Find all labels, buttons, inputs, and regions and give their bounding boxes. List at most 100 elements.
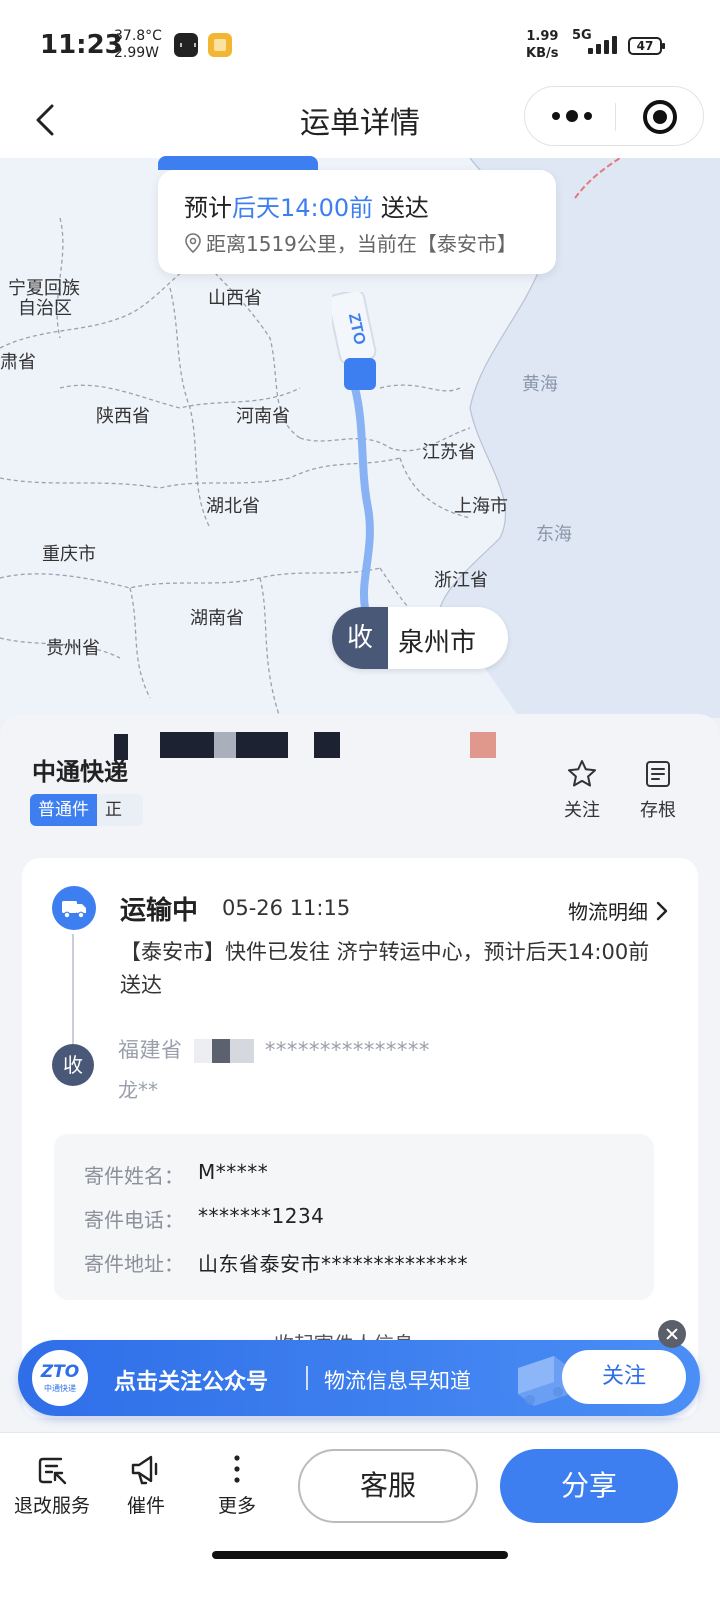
status-temperature: 37.8°C xyxy=(114,28,162,44)
map-label-shanxi: 山西省 xyxy=(208,288,262,309)
status-net-speed: 1.99 KB/s xyxy=(526,28,558,62)
net-speed-value: 1.99 xyxy=(526,29,559,44)
chevron-right-icon xyxy=(656,901,668,920)
tracking-card: 运输中 05-26 11:15 物流明细 【泰安市】快件已发往 济宁转运中心，预… xyxy=(22,858,698,1418)
signal-icon xyxy=(588,36,617,54)
status-time: 11:23 xyxy=(40,30,123,60)
star-icon xyxy=(568,760,596,787)
receiver-badge: 收 xyxy=(52,1044,94,1086)
receiver-address-mask-block xyxy=(193,1039,254,1063)
eta-suffix: 送达 xyxy=(380,194,429,222)
truck-location-icon[interactable]: ZTO xyxy=(332,292,378,396)
follow-button[interactable]: 关注 xyxy=(556,758,608,822)
document-icon xyxy=(646,761,670,787)
recorder-app-icon xyxy=(174,33,198,57)
stub-button[interactable]: 存根 xyxy=(632,758,684,822)
eta-highlight: 后天14:00前 xyxy=(232,194,374,222)
sender-name-value: M***** xyxy=(198,1160,269,1184)
receiver-city-marker[interactable]: 收 泉州市 xyxy=(332,607,508,669)
map-label-henan: 河南省 xyxy=(236,406,290,427)
banner-subtitle: 物流信息早知道 xyxy=(324,1369,471,1393)
zto-logo-subtext: 中通快递 xyxy=(44,1384,76,1393)
map-label-hubei: 湖北省 xyxy=(206,496,260,517)
eta-card: 预计后天14:00前 送达 距离1519公里，当前在【泰安市】 xyxy=(158,156,556,274)
refund-service-label: 退改服务 xyxy=(13,1495,90,1517)
receiver-address-mask: *************** xyxy=(264,1038,430,1062)
zto-logo: ZTO 中通快递 xyxy=(32,1350,88,1406)
map-label-shaanxi: 陕西省 xyxy=(96,406,150,427)
waybill-number-mask xyxy=(214,732,236,758)
home-indicator[interactable] xyxy=(212,1551,508,1559)
map-label-guizhou: 贵州省 xyxy=(46,638,100,659)
distance-text: 距离1519公里，当前在【泰安市】 xyxy=(206,232,517,256)
status-bar: 11:23 37.8°C 2.99W 1.99 KB/s 5G 47 xyxy=(0,0,720,84)
logistics-detail-link[interactable]: 物流明细 xyxy=(568,896,668,925)
follow-official-account-banner[interactable]: ZTO 中通快递 点击关注公众号 物流信息早知道 关注 xyxy=(18,1340,700,1416)
receiver-city: 泉州市 xyxy=(398,628,477,658)
waybill-number-mask xyxy=(314,732,340,758)
receiver-address: 福建省 *************** xyxy=(118,1034,430,1064)
sender-info-box: 寄件姓名： M***** 寄件电话： *******1234 寄件地址： 山东省… xyxy=(54,1134,654,1300)
banner-divider xyxy=(306,1366,308,1390)
megaphone-icon xyxy=(131,1455,158,1485)
sender-phone-label: 寄件电话： xyxy=(84,1208,184,1232)
follow-label: 关注 xyxy=(564,800,600,821)
eta-text: 预计后天14:00前 送达 xyxy=(184,188,429,223)
net-speed-unit: KB/s xyxy=(526,46,559,61)
waybill-number-mask xyxy=(114,734,128,760)
customer-service-button[interactable]: 客服 xyxy=(298,1449,478,1523)
tracking-time: 05-26 11:15 xyxy=(222,896,351,920)
banner-follow-button[interactable]: 关注 xyxy=(562,1350,686,1404)
map-label-hunan: 湖南省 xyxy=(190,608,244,629)
tracking-status: 运输中 xyxy=(120,896,199,926)
close-miniprogram-icon[interactable] xyxy=(643,100,677,134)
sender-phone-row: 寄件电话： *******1234 xyxy=(84,1204,324,1233)
receiver-name: 龙** xyxy=(118,1078,158,1102)
receiver-marker-badge: 收 xyxy=(332,607,388,669)
sender-address-row: 寄件地址： 山东省泰安市************** xyxy=(84,1248,468,1277)
parcel-tag-extra: 正 xyxy=(97,794,143,826)
urge-button[interactable]: 催件 xyxy=(118,1453,174,1518)
map-label-gansu: 肃省 xyxy=(0,352,36,373)
refund-service-button[interactable]: 退改服务 xyxy=(10,1453,94,1518)
truck-status-icon xyxy=(52,886,96,930)
bottom-action-bar: 退改服务 催件 更多 客服 分享 xyxy=(0,1432,720,1600)
parcel-type-tag: 普通件 正 xyxy=(30,794,143,826)
map-label-zhejiang: 浙江省 xyxy=(434,570,488,591)
sender-address-value: 山东省泰安市************** xyxy=(198,1252,468,1276)
parcel-type: 普通件 xyxy=(30,794,97,826)
notes-app-icon xyxy=(208,33,232,57)
refund-edit-icon xyxy=(38,1457,67,1485)
sender-address-label: 寄件地址： xyxy=(84,1252,184,1276)
more-dots-icon[interactable] xyxy=(547,103,597,129)
stub-label: 存根 xyxy=(640,800,676,821)
sender-phone-value: *******1234 xyxy=(198,1204,325,1228)
receiver-address-province: 福建省 xyxy=(118,1038,183,1062)
map-label-jiangsu: 江苏省 xyxy=(422,442,476,463)
map-label-donghai: 东海 xyxy=(536,524,572,545)
capsule-divider xyxy=(615,103,616,131)
miniprogram-capsule xyxy=(524,86,704,146)
sender-name-row: 寄件姓名： M***** xyxy=(84,1160,268,1189)
banner-title: 点击关注公众号 xyxy=(114,1370,269,1395)
nav-bar: 运单详情 xyxy=(0,84,720,158)
zto-logo-text: ZTO xyxy=(40,1362,80,1382)
timeline-line xyxy=(72,934,74,1044)
location-pin-icon xyxy=(185,232,201,253)
more-label: 更多 xyxy=(217,1495,256,1517)
more-button[interactable]: 更多 xyxy=(212,1453,262,1518)
battery-icon: 47 xyxy=(628,37,665,55)
map-label-shanghai: 上海市 xyxy=(454,496,508,517)
urge-label: 催件 xyxy=(126,1495,165,1517)
map-label-chongqing: 重庆市 xyxy=(42,544,96,565)
logistics-detail-label: 物流明细 xyxy=(568,900,648,924)
close-banner-icon[interactable] xyxy=(658,1320,686,1348)
waybill-number-mask xyxy=(470,732,496,758)
vertical-dots-icon xyxy=(234,1455,240,1483)
share-button[interactable]: 分享 xyxy=(500,1449,678,1523)
map-label-ningxia-2: 自治区 xyxy=(18,298,72,319)
tracking-description: 【泰安市】快件已发往 济宁转运中心，预计后天14:00前送达 xyxy=(120,940,650,997)
sender-name-label: 寄件姓名： xyxy=(84,1164,184,1188)
status-power: 2.99W xyxy=(114,45,160,61)
eta-prefix: 预计 xyxy=(184,194,232,222)
